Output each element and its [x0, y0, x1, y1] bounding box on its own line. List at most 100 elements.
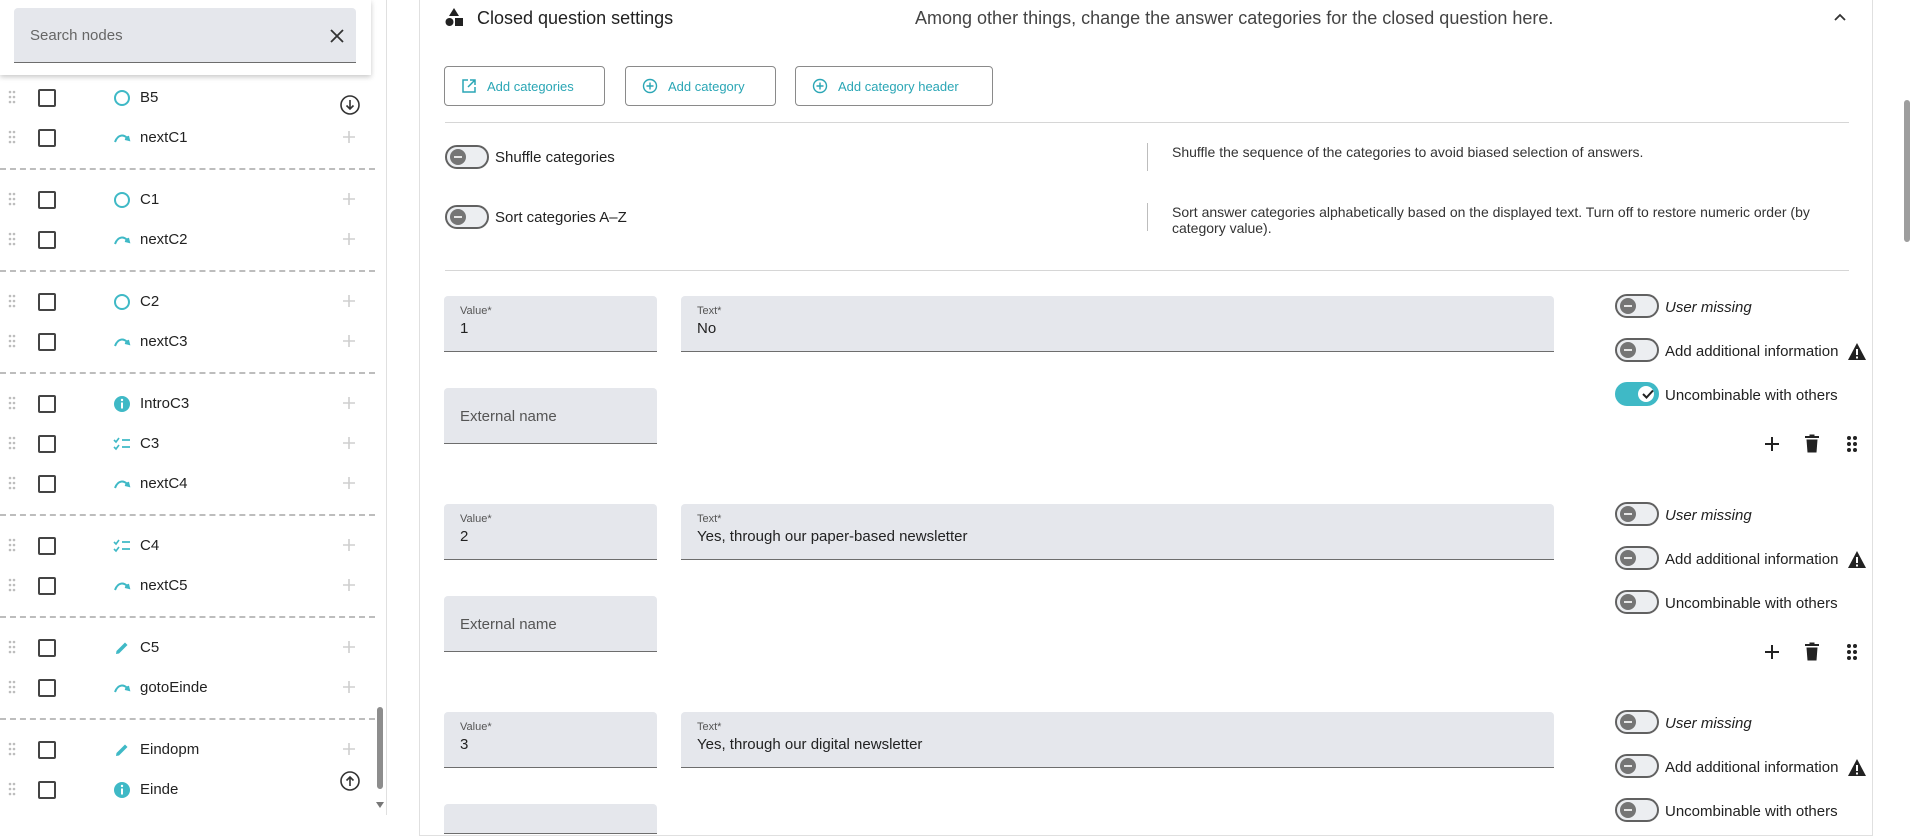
add-node-icon[interactable] — [340, 638, 358, 656]
add-node-icon[interactable] — [340, 190, 358, 208]
drag-handle-icon[interactable] — [8, 476, 16, 490]
node-checkbox[interactable] — [38, 191, 56, 209]
search-input[interactable] — [30, 8, 320, 62]
tree-row[interactable]: nextC2 — [0, 220, 375, 260]
uncombinable-option[interactable]: Uncombinable with others — [1615, 590, 1865, 618]
uncombinable-toggle[interactable] — [1615, 382, 1659, 406]
add-icon[interactable] — [1760, 640, 1784, 664]
additional-info-option[interactable]: Add additional information — [1615, 338, 1866, 366]
node-label[interactable]: nextC5 — [140, 577, 188, 594]
node-checkbox[interactable] — [38, 537, 56, 555]
tree-row[interactable]: B5 — [0, 78, 375, 118]
add-node-icon[interactable] — [340, 474, 358, 492]
node-label[interactable]: nextC2 — [140, 231, 188, 248]
node-checkbox[interactable] — [38, 741, 56, 759]
node-checkbox[interactable] — [38, 89, 56, 107]
close-icon[interactable] — [326, 25, 348, 47]
tree-row[interactable]: Einde — [0, 770, 375, 810]
drag-handle-icon[interactable] — [8, 640, 16, 654]
scroll-to-top-icon[interactable] — [339, 770, 361, 792]
category-value-field[interactable]: Value* 3 — [444, 712, 657, 768]
node-checkbox[interactable] — [38, 435, 56, 453]
user-missing-toggle[interactable] — [1615, 502, 1659, 526]
tree-row[interactable]: C5 — [0, 628, 375, 668]
node-label[interactable]: gotoEinde — [140, 679, 208, 696]
additional-info-option[interactable]: Add additional information — [1615, 754, 1866, 782]
chevron-up-icon[interactable] — [1830, 7, 1850, 27]
sidebar-scrollbar-thumb[interactable] — [377, 707, 383, 789]
add-node-icon[interactable] — [340, 576, 358, 594]
tree-row[interactable]: gotoEinde — [0, 668, 375, 708]
add-category-button[interactable]: Add category — [625, 66, 776, 106]
node-label[interactable]: nextC4 — [140, 475, 188, 492]
add-node-icon[interactable] — [340, 394, 358, 412]
node-label[interactable]: IntroC3 — [140, 395, 189, 412]
tree-row[interactable]: C2 — [0, 282, 375, 322]
uncombinable-toggle[interactable] — [1615, 798, 1659, 822]
node-label[interactable]: C5 — [140, 639, 159, 656]
add-category-header-button[interactable]: Add category header — [795, 66, 993, 106]
node-label[interactable]: C2 — [140, 293, 159, 310]
drag-handle-icon[interactable] — [8, 742, 16, 756]
tree-row[interactable]: nextC3 — [0, 322, 375, 362]
node-label[interactable]: nextC1 — [140, 129, 188, 146]
user-missing-toggle[interactable] — [1615, 294, 1659, 318]
drag-handle-icon[interactable] — [8, 90, 16, 104]
trash-icon[interactable] — [1800, 640, 1824, 664]
tree-row[interactable]: C3 — [0, 424, 375, 464]
value-field-input[interactable]: 2 — [460, 528, 468, 545]
tree-row[interactable]: nextC1 — [0, 118, 375, 158]
node-label[interactable]: Eindopm — [140, 741, 199, 758]
tree-row[interactable]: Eindopm — [0, 730, 375, 770]
node-checkbox[interactable] — [38, 781, 56, 799]
node-checkbox[interactable] — [38, 679, 56, 697]
shuffle-categories-toggle[interactable] — [445, 145, 489, 169]
drag-handle-icon[interactable] — [8, 232, 16, 246]
additional-info-toggle[interactable] — [1615, 546, 1659, 570]
value-field-input[interactable]: 1 — [460, 320, 468, 337]
scroll-down-arrow-icon[interactable] — [375, 800, 385, 810]
add-node-icon[interactable] — [340, 740, 358, 758]
text-field-input[interactable]: Yes, through our paper-based newsletter — [697, 528, 967, 545]
additional-info-option[interactable]: Add additional information — [1615, 546, 1866, 574]
user-missing-option[interactable]: User missing — [1615, 710, 1865, 738]
drag-handle-icon[interactable] — [8, 538, 16, 552]
node-label[interactable]: Einde — [140, 781, 178, 798]
sort-categories-toggle[interactable] — [445, 205, 489, 229]
category-text-field[interactable]: Text* No — [681, 296, 1554, 352]
add-node-icon[interactable] — [340, 678, 358, 696]
trash-icon[interactable] — [1800, 432, 1824, 456]
uncombinable-option[interactable]: Uncombinable with others — [1615, 798, 1865, 826]
external-name-field[interactable]: External name — [444, 388, 657, 444]
drag-handle-icon[interactable] — [8, 578, 16, 592]
drag-handle-icon[interactable] — [8, 192, 16, 206]
drag-handle-icon[interactable] — [1840, 640, 1864, 664]
text-field-input[interactable]: Yes, through our digital newsletter — [697, 736, 922, 753]
drag-handle-icon[interactable] — [8, 396, 16, 410]
add-node-icon[interactable] — [340, 434, 358, 452]
drag-handle-icon[interactable] — [8, 294, 16, 308]
external-name-field[interactable]: External name — [444, 596, 657, 652]
add-node-icon[interactable] — [340, 128, 358, 146]
node-label[interactable]: C1 — [140, 191, 159, 208]
node-checkbox[interactable] — [38, 333, 56, 351]
add-node-icon[interactable] — [340, 230, 358, 248]
uncombinable-option[interactable]: Uncombinable with others — [1615, 382, 1865, 410]
node-checkbox[interactable] — [38, 231, 56, 249]
drag-handle-icon[interactable] — [8, 130, 16, 144]
uncombinable-toggle[interactable] — [1615, 590, 1659, 614]
add-icon[interactable] — [1760, 432, 1784, 456]
panel-header[interactable]: Closed question settings Among other thi… — [420, 0, 1874, 37]
tree-row[interactable]: C1 — [0, 180, 375, 220]
node-checkbox[interactable] — [38, 475, 56, 493]
drag-handle-icon[interactable] — [8, 436, 16, 450]
user-missing-option[interactable]: User missing — [1615, 294, 1865, 322]
text-field-input[interactable]: No — [697, 320, 716, 337]
drag-handle-icon[interactable] — [8, 680, 16, 694]
sidebar-scrollbar[interactable] — [375, 0, 386, 815]
tree-row[interactable]: C4 — [0, 526, 375, 566]
category-text-field[interactable]: Text* Yes, through our digital newslette… — [681, 712, 1554, 768]
additional-info-toggle[interactable] — [1615, 338, 1659, 362]
value-field-input[interactable]: 3 — [460, 736, 468, 753]
add-node-icon[interactable] — [340, 332, 358, 350]
